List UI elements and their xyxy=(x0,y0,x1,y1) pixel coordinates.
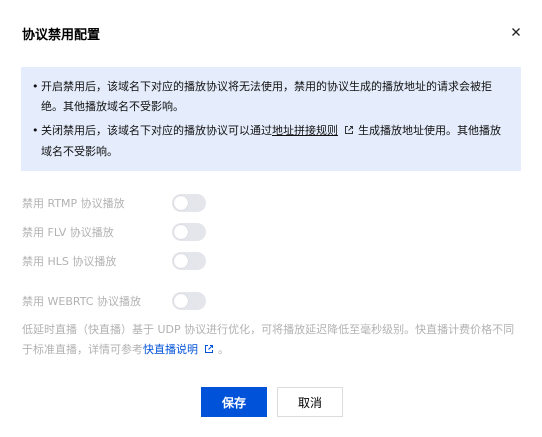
address-rule-link[interactable]: 地址拼接规则 xyxy=(272,124,338,137)
fast-live-doc-link[interactable]: 快直播说明 xyxy=(143,343,198,356)
toggle-row-flv: 禁用 FLV 协议播放 xyxy=(22,222,206,242)
toggle-label: 禁用 WEBRTC 协议播放 xyxy=(22,295,141,308)
toggle-knob xyxy=(174,225,188,239)
webrtc-description-text: 低延时直播（快直播）基于 UDP 协议进行优化，可将播放延迟降低至毫秒级别。快直… xyxy=(22,323,515,356)
notice-item: • 关闭禁用后，该域名下对应的播放协议可以通过地址拼接规则 生成播放地址使用。其他… xyxy=(31,121,509,162)
bullet-icon: • xyxy=(32,80,39,93)
toggle-knob xyxy=(174,254,188,268)
bullet-icon: • xyxy=(32,124,39,137)
external-link-icon[interactable] xyxy=(344,122,354,142)
webrtc-description-suffix: 。 xyxy=(218,343,229,356)
dialog-title: 协议禁用配置 xyxy=(22,28,101,43)
webrtc-description: 低延时直播（快直播）基于 UDP 协议进行优化，可将播放延迟降低至毫秒级别。快直… xyxy=(22,320,522,361)
toggle-knob xyxy=(174,196,188,210)
toggle-row-rtmp: 禁用 RTMP 协议播放 xyxy=(22,193,206,213)
notice-item: • 开启禁用后，该域名下对应的播放协议将无法使用，禁用的协议生成的播放地址的请求… xyxy=(31,77,509,117)
toggle-label: 禁用 RTMP 协议播放 xyxy=(22,197,125,210)
cancel-button[interactable]: 取消 xyxy=(277,387,343,417)
toggle-label: 禁用 FLV 协议播放 xyxy=(22,226,114,239)
notice-box: • 开启禁用后，该域名下对应的播放协议将无法使用，禁用的协议生成的播放地址的请求… xyxy=(21,67,521,171)
notice-text: 关闭禁用后，该域名下对应的播放协议可以通过 xyxy=(41,124,272,137)
webrtc-disable-toggle[interactable] xyxy=(172,292,206,310)
protocol-disable-dialog: 协议禁用配置 • 开启禁用后，该域名下对应的播放协议将无法使用，禁用的协议生成的… xyxy=(0,0,542,437)
save-button[interactable]: 保存 xyxy=(201,387,267,417)
flv-disable-toggle[interactable] xyxy=(172,223,206,241)
rtmp-disable-toggle[interactable] xyxy=(172,194,206,212)
toggle-row-hls: 禁用 HLS 协议播放 xyxy=(22,251,206,271)
toggle-row-webrtc: 禁用 WEBRTC 协议播放 xyxy=(22,291,206,311)
external-link-icon[interactable] xyxy=(204,341,214,361)
close-icon[interactable] xyxy=(508,24,524,40)
toggle-knob xyxy=(174,294,188,308)
hls-disable-toggle[interactable] xyxy=(172,252,206,270)
notice-text: 开启禁用后，该域名下对应的播放协议将无法使用，禁用的协议生成的播放地址的请求会被… xyxy=(41,80,492,113)
toggle-label: 禁用 HLS 协议播放 xyxy=(22,255,117,268)
